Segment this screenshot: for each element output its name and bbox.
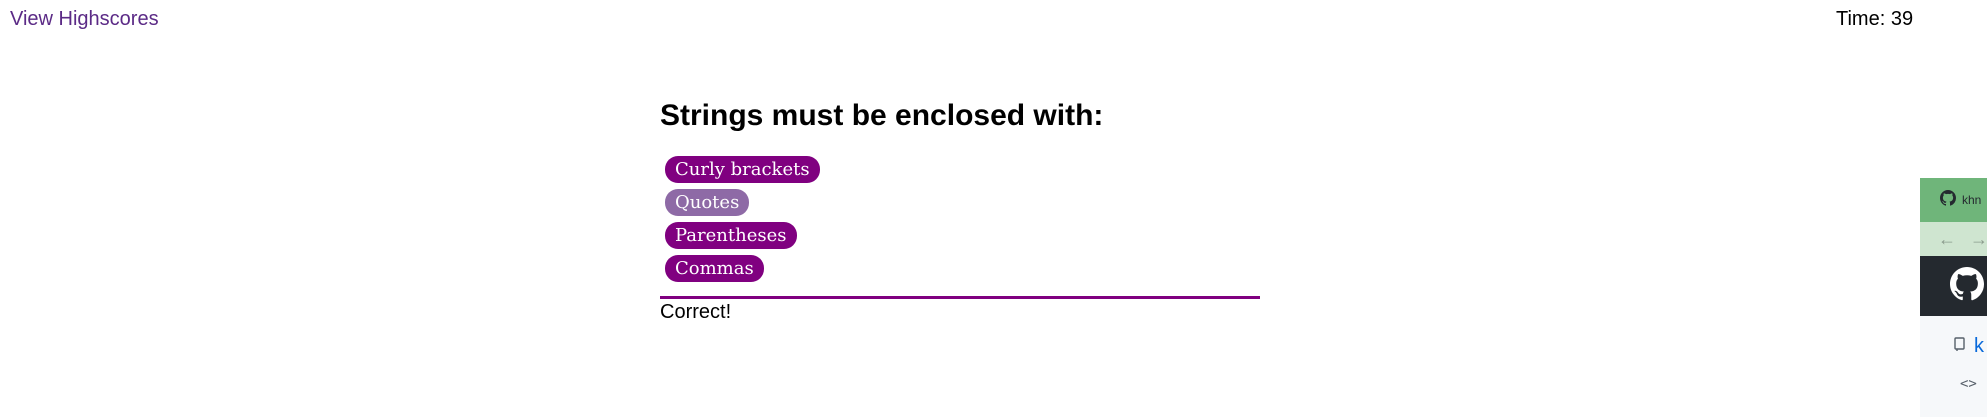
choice-button-quotes[interactable]: Quotes (665, 189, 750, 216)
choice-button-curly-brackets[interactable]: Curly brackets (665, 156, 820, 183)
feedback-divider (660, 296, 1260, 299)
choice-button-parentheses[interactable]: Parentheses (665, 222, 797, 249)
github-icon (1940, 189, 1957, 211)
repo-row: k (1920, 316, 1987, 376)
back-arrow-icon[interactable]: ← (1938, 229, 1956, 250)
timer-display: Time: 39 (1836, 8, 1914, 30)
side-tab-title: khn (1962, 193, 1982, 207)
forward-arrow-icon[interactable]: → (1970, 229, 1987, 250)
choices-list: Curly brackets Quotes Parentheses Commas (660, 156, 1260, 282)
code-tab-row[interactable]: <> (1920, 376, 1987, 392)
github-header (1920, 256, 1987, 316)
repo-icon (1954, 336, 1966, 356)
side-tab-bar[interactable]: khn (1920, 178, 1987, 222)
repo-name-link[interactable]: k (1974, 335, 1984, 358)
github-logo-icon[interactable] (1950, 266, 1985, 306)
view-highscores-link[interactable]: View Highscores (10, 8, 159, 31)
code-icon: <> (1960, 376, 1977, 392)
side-browser-window[interactable]: khn ← → k <> (1920, 178, 1987, 417)
choice-button-commas[interactable]: Commas (665, 255, 764, 282)
quiz-container: Strings must be enclosed with: Curly bra… (660, 94, 1260, 324)
side-nav-bar: ← → (1920, 222, 1987, 256)
feedback-text: Correct! (660, 301, 732, 323)
question-title: Strings must be enclosed with: (660, 99, 1104, 132)
